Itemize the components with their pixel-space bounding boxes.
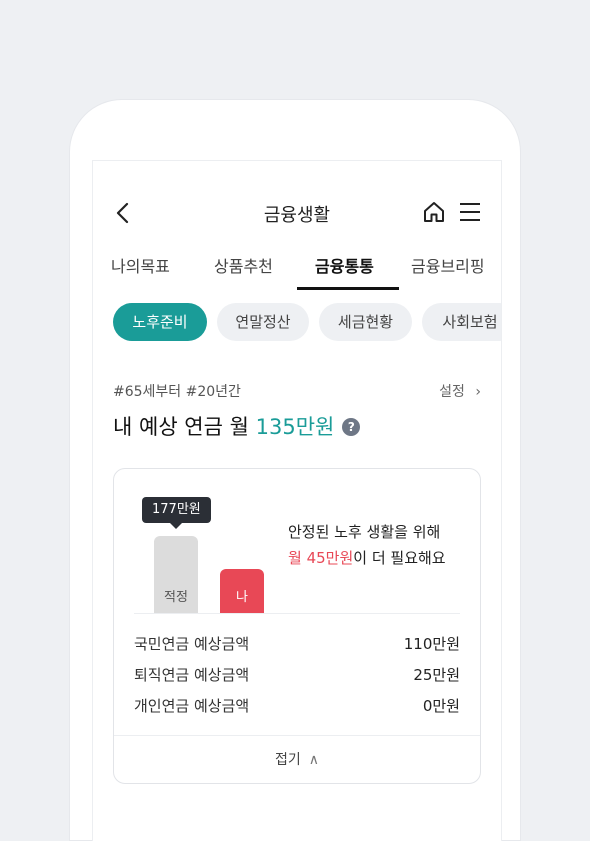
list-item: 개인연금 예상금액 0만원 [134, 689, 460, 720]
settings-label: 설정 [439, 384, 465, 400]
message-line1: 안정된 노후 생활을 위해 [288, 523, 441, 541]
chip-year-end-tax[interactable]: 연말정산 [217, 303, 309, 341]
home-icon[interactable] [423, 201, 445, 223]
main-tabs: 나의목표 상품추천 금융통통 금융브리핑 [93, 253, 501, 293]
tab-finance-talk[interactable]: 금융통통 [315, 253, 374, 277]
bar-target: 적정 [154, 536, 198, 613]
app-screen: 금융생활 나의목표 상품추천 금융통통 금융브리핑 노후준비 연말정산 세금현황… [92, 160, 502, 841]
bar-mine-label: 나 [236, 590, 248, 605]
collapse-button[interactable]: 접기 ∧ [114, 749, 480, 769]
chip-retirement[interactable]: 노후준비 [113, 303, 207, 341]
chip-tax-status[interactable]: 세금현황 [319, 303, 412, 341]
hamburger-menu-icon[interactable] [459, 202, 481, 222]
row-label: 개인연금 예상금액 [134, 697, 250, 715]
row-label: 국민연금 예상금액 [134, 635, 250, 653]
target-amount-tooltip: 177만원 [142, 497, 211, 529]
chart-baseline [134, 613, 460, 614]
chevron-up-icon: ∧ [308, 752, 319, 768]
tab-product-recommendations[interactable]: 상품추천 [214, 253, 273, 277]
bar-mine: 나 [220, 569, 264, 613]
headline-prefix: 내 예상 연금 월 [113, 415, 256, 439]
chip-social-insurance[interactable]: 사회보험 [422, 303, 501, 341]
shortfall-amount: 월 45만원 [288, 549, 354, 567]
pension-detail-panel: 177만원 적정 나 안정된 노후 생활을 위해 월 45만원이 더 필요해요 … [113, 468, 481, 784]
row-value: 0만원 [422, 697, 460, 715]
headline-amount: 135만원 [255, 415, 335, 439]
row-label: 퇴직연금 예상금액 [134, 666, 250, 684]
shortfall-message: 안정된 노후 생활을 위해 월 45만원이 더 필요해요 [288, 519, 446, 571]
settings-link[interactable]: 설정 › [439, 381, 481, 401]
collapse-label: 접기 [274, 752, 301, 768]
help-icon[interactable]: ? [342, 418, 361, 436]
category-chips: 노후준비 연말정산 세금현황 사회보험 [93, 303, 501, 343]
bar-target-label: 적정 [164, 590, 188, 605]
tab-my-goals[interactable]: 나의목표 [111, 253, 170, 277]
list-item: 퇴직연금 예상금액 25만원 [134, 658, 460, 689]
pension-breakdown-list: 국민연금 예상금액 110만원 퇴직연금 예상금액 25만원 개인연금 예상금액… [134, 627, 460, 720]
message-tail: 이 더 필요해요 [353, 549, 446, 567]
list-item: 국민연금 예상금액 110만원 [134, 627, 460, 658]
active-tab-indicator [297, 287, 399, 290]
divider [114, 735, 480, 736]
tab-finance-briefing[interactable]: 금융브리핑 [411, 253, 485, 277]
row-value: 25만원 [413, 666, 460, 684]
row-value: 110만원 [403, 635, 460, 653]
chevron-right-icon: › [475, 384, 481, 400]
pension-conditions: #65세부터 #20년간 [113, 384, 241, 400]
message-line2: 월 45만원이 더 필요해요 [288, 545, 446, 571]
header: 금융생활 [93, 161, 501, 261]
pension-headline: 내 예상 연금 월 135만원? [113, 411, 361, 441]
